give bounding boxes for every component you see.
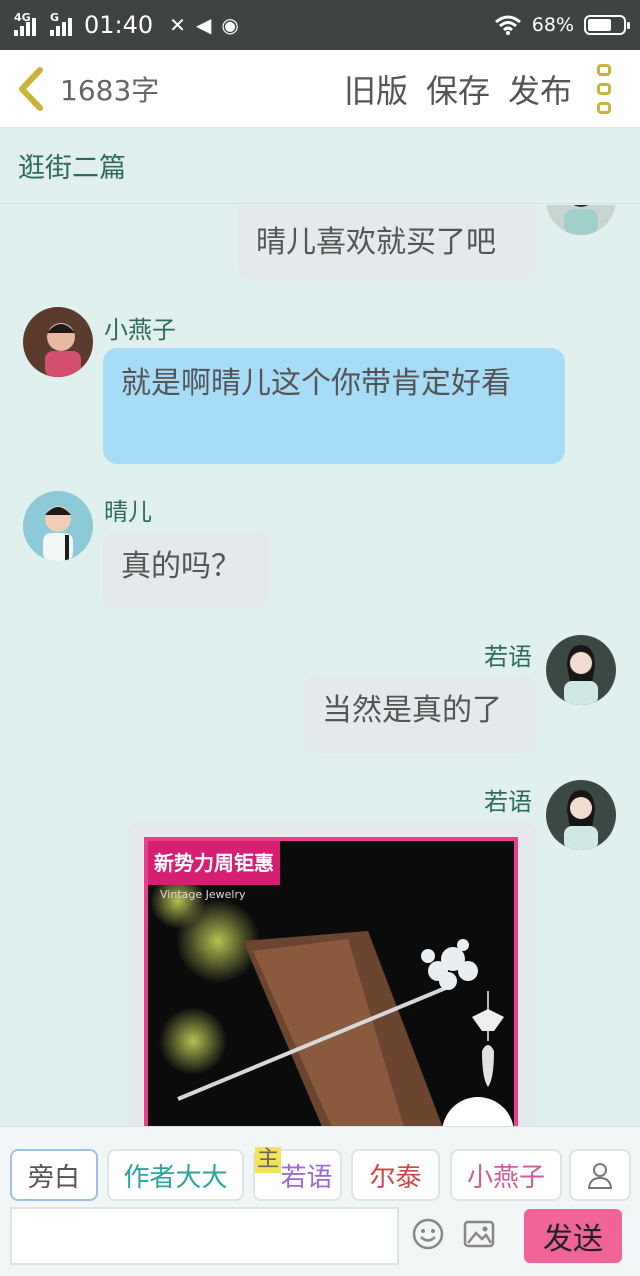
send-label: 发送 bbox=[543, 1222, 603, 1257]
network-type-label-2: G bbox=[50, 11, 60, 24]
role-chip-author[interactable]: 作者大大 bbox=[107, 1149, 244, 1201]
sender-name: 若语 bbox=[484, 643, 532, 671]
role-chip-label: 小燕子 bbox=[466, 1162, 545, 1193]
message-text: 晴儿喜欢就买了吧 bbox=[256, 225, 496, 260]
status-bar: 4G G 01:40 ✕ ◀ ◉ 68% bbox=[0, 0, 640, 50]
save-button[interactable]: 保存 bbox=[426, 66, 490, 112]
message-bubble[interactable]: 就是啊晴儿这个你带肯定好看 bbox=[103, 348, 565, 464]
word-count: 1683字 bbox=[60, 73, 160, 107]
chapter-title-bar[interactable]: 逛街二篇 bbox=[0, 128, 640, 204]
image-icon[interactable] bbox=[462, 1217, 496, 1251]
sender-name: 晴儿 bbox=[104, 498, 152, 526]
role-chip-ruoyu[interactable]: 主 若语 bbox=[253, 1147, 342, 1201]
main-role-tag: 主 bbox=[255, 1147, 282, 1173]
message-text: 当然是真的了 bbox=[322, 693, 502, 728]
message-bubble[interactable]: 晴儿喜欢就买了吧 bbox=[238, 205, 536, 280]
role-selector: 旁白 作者大大 主 若语 尔泰 小燕子 bbox=[10, 1147, 635, 1201]
more-icon-dot bbox=[597, 82, 611, 95]
chat-area[interactable]: 晴儿喜欢就买了吧 小燕子 就是啊晴儿这个你带肯定好看 晴儿 真的吗？ 若语 当然… bbox=[0, 205, 640, 1126]
message-bubble[interactable]: 当然是真的了 bbox=[304, 675, 536, 753]
more-icon bbox=[597, 63, 611, 76]
avatar[interactable] bbox=[23, 307, 93, 377]
battery-fill bbox=[588, 19, 612, 31]
battery-icon bbox=[584, 15, 630, 35]
battery-percent: 68% bbox=[531, 14, 574, 36]
signal-g-icon: G bbox=[50, 11, 72, 36]
role-chip-label: 旁白 bbox=[27, 1162, 80, 1193]
brand-line-text: Vintage Jewelry bbox=[160, 888, 246, 901]
composer-panel: 旁白 作者大大 主 若语 尔泰 小燕子 发送 bbox=[0, 1126, 640, 1276]
role-chip-label: 尔泰 bbox=[369, 1162, 422, 1193]
network-type-label: 4G bbox=[14, 11, 31, 24]
wifi-icon bbox=[494, 15, 521, 35]
back-button[interactable] bbox=[16, 64, 56, 114]
avatar[interactable] bbox=[546, 205, 616, 235]
role-manage-button[interactable] bbox=[569, 1149, 631, 1201]
message-bubble[interactable]: 真的吗？ bbox=[103, 531, 270, 608]
more-icon-dot bbox=[597, 101, 611, 114]
role-chip-label: 作者大大 bbox=[123, 1162, 228, 1193]
mute-icon: ◀ bbox=[195, 13, 212, 37]
avatar[interactable] bbox=[546, 635, 616, 705]
role-chip-label: 若语 bbox=[280, 1162, 333, 1193]
role-chip-xiaoyanzi[interactable]: 小燕子 bbox=[450, 1149, 562, 1201]
message-text: 就是啊晴儿这个你带肯定好看 bbox=[121, 366, 511, 401]
brand-line: Vintage Jewelry bbox=[160, 875, 245, 915]
chapter-title: 逛街二篇 bbox=[18, 153, 126, 184]
old-version-button[interactable]: 旧版 bbox=[344, 66, 408, 112]
publish-button[interactable]: 发布 bbox=[508, 66, 572, 112]
banner-text: 新势力周钜惠 bbox=[154, 851, 274, 875]
emoji-icon[interactable] bbox=[411, 1217, 445, 1251]
avatar[interactable] bbox=[546, 780, 616, 850]
sender-name: 小燕子 bbox=[104, 316, 176, 344]
input-row: 发送 bbox=[10, 1207, 635, 1267]
role-chip-narrator[interactable]: 旁白 bbox=[10, 1149, 98, 1201]
sender-name: 若语 bbox=[484, 788, 532, 816]
message-text: 真的吗？ bbox=[121, 549, 241, 584]
send-button[interactable]: 发送 bbox=[524, 1209, 622, 1263]
more-menu-button[interactable] bbox=[594, 63, 614, 114]
editor-toolbar: 1683字 旧版 保存 发布 bbox=[0, 50, 640, 128]
avatar[interactable] bbox=[23, 491, 93, 561]
shared-image[interactable]: 新势力周钜惠 Vintage Jewelry bbox=[144, 837, 518, 1126]
vpn-icon: ◉ bbox=[221, 13, 239, 37]
no-sim-icon: ✕ bbox=[169, 13, 186, 37]
chevron-left-icon bbox=[19, 66, 43, 111]
clock: 01:40 bbox=[84, 11, 154, 39]
person-icon bbox=[587, 1163, 613, 1189]
message-input[interactable] bbox=[10, 1207, 399, 1265]
signal-4g-icon: 4G bbox=[14, 11, 36, 36]
role-chip-ertai[interactable]: 尔泰 bbox=[351, 1149, 440, 1201]
image-message-bubble[interactable]: 新势力周钜惠 Vintage Jewelry bbox=[128, 821, 536, 1126]
